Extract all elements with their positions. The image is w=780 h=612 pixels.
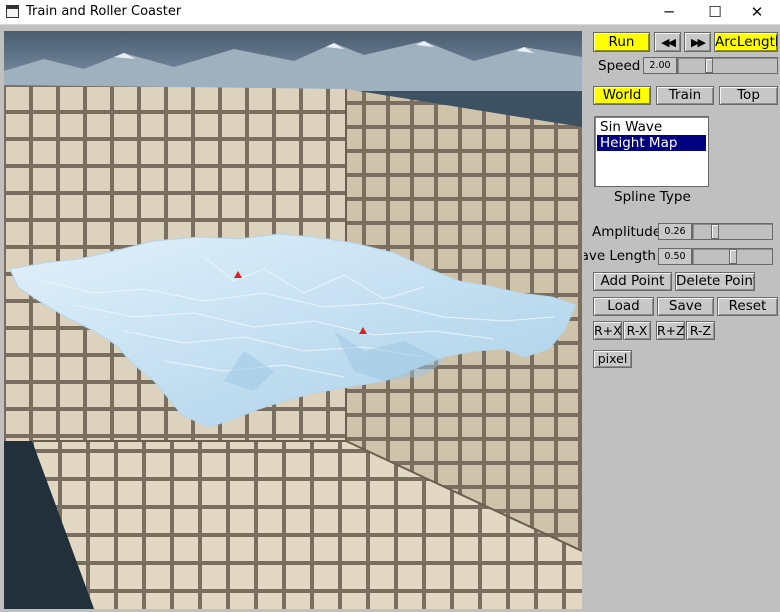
pixel-button[interactable]: pixel [593, 350, 632, 368]
wave-length-label: Wave Length [584, 248, 656, 264]
rotate-plus-x-button[interactable]: R+X [593, 321, 622, 340]
train-view-button[interactable]: Train [656, 86, 714, 105]
fast-forward-icon: ▶▶ [691, 36, 706, 49]
amplitude-label: Amplitude [592, 224, 662, 240]
forward-button[interactable]: ▶▶ [684, 32, 711, 52]
spline-item-height-map[interactable]: Height Map [597, 135, 706, 151]
maximize-button[interactable]: ☐ [692, 0, 738, 24]
load-button[interactable]: Load [593, 297, 654, 316]
spline-item-sin-wave[interactable]: Sin Wave [597, 119, 706, 135]
title-bar: Train and Roller Coaster ─ ☐ ✕ [0, 0, 780, 25]
save-button[interactable]: Save [657, 297, 714, 316]
app-icon [6, 5, 19, 18]
top-view-button[interactable]: Top [719, 86, 778, 105]
amplitude-slider-thumb[interactable] [711, 224, 719, 239]
speed-slider[interactable] [677, 57, 778, 74]
rewind-button[interactable]: ◀◀ [654, 32, 681, 52]
minimize-button[interactable]: ─ [646, 0, 692, 24]
3d-viewport[interactable] [4, 31, 582, 609]
speed-label: Speed [598, 58, 641, 74]
amplitude-slider[interactable] [692, 223, 773, 240]
close-button[interactable]: ✕ [734, 0, 780, 24]
wave-length-slider[interactable] [692, 248, 773, 265]
wave-length-label-clip: Wave Length [584, 247, 656, 267]
scene-canvas[interactable] [4, 31, 582, 609]
world-view-button[interactable]: World [593, 86, 651, 105]
add-point-button[interactable]: Add Point [593, 272, 672, 291]
rewind-icon: ◀◀ [661, 36, 676, 49]
spline-type-caption: Spline Type [614, 189, 691, 205]
delete-point-button[interactable]: Delete Point [675, 272, 755, 291]
rotate-minus-z-button[interactable]: R-Z [686, 321, 715, 340]
wave-length-slider-thumb[interactable] [729, 249, 737, 264]
speed-slider-thumb[interactable] [705, 58, 713, 73]
amplitude-value: 0.26 [658, 223, 692, 240]
run-button[interactable]: Run [593, 32, 650, 52]
spline-type-list[interactable]: Sin Wave Height Map [594, 116, 709, 187]
rotate-plus-z-button[interactable]: R+Z [656, 321, 685, 340]
arclength-button[interactable]: ArcLength [714, 32, 778, 52]
rotate-minus-x-button[interactable]: R-X [623, 321, 651, 340]
reset-button[interactable]: Reset [717, 297, 778, 316]
window-title: Train and Roller Coaster [26, 4, 182, 19]
speed-value: 2.00 [643, 57, 677, 74]
wave-length-value: 0.50 [658, 248, 692, 265]
control-panel: Run ◀◀ ▶▶ ArcLength Speed 2.00 World Tra… [584, 25, 780, 612]
